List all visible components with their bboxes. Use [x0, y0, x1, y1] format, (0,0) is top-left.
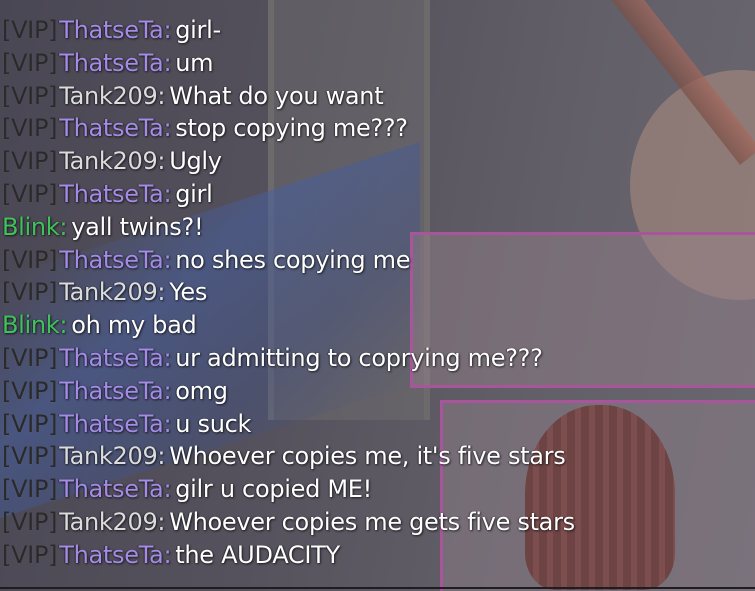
chat-message: [VIP]Tank209: Ugly: [2, 145, 747, 178]
chat-username[interactable]: ThatseTa:: [59, 410, 171, 438]
chat-message-text: gilr u copied ME!: [175, 475, 372, 504]
chat-message-text: girl-: [175, 16, 221, 44]
chat-message-text: omg: [175, 376, 228, 405]
chat-message-text: no shes copying me: [175, 245, 411, 274]
chat-username[interactable]: Tank209:: [59, 508, 165, 536]
vip-badge: [VIP]: [2, 81, 58, 110]
vip-badge: [VIP]: [2, 507, 58, 536]
chat-username[interactable]: ThatseTa:: [59, 180, 171, 208]
chat-message: [VIP]ThatseTa: gilr u copied ME!: [2, 473, 747, 506]
chat-message: Blink: oh my bad: [2, 309, 747, 342]
chat-log[interactable]: [VIP]ThatseTa: girl- [VIP]ThatseTa: um [VIP]…: [2, 14, 747, 572]
chat-message: [VIP]Tank209: Whoever copies me gets five…: [2, 506, 747, 539]
vip-badge: [VIP]: [2, 540, 58, 569]
chat-message: [VIP]Tank209: Whoever copies me, it's fiv…: [2, 440, 747, 473]
game-scene: [VIP]ThatseTa: girl- [VIP]ThatseTa: um [VIP]…: [0, 0, 755, 591]
chat-message-text: the AUDACITY: [175, 540, 340, 569]
chat-username[interactable]: ThatseTa:: [59, 49, 171, 77]
chat-message-text: Whoever copies me gets five stars: [169, 507, 575, 536]
vip-badge: [VIP]: [2, 376, 58, 405]
chat-message-text: yall twins?!: [71, 212, 204, 241]
chat-divider: [0, 587, 755, 589]
chat-message: [VIP]ThatseTa: girl: [2, 178, 747, 211]
chat-username[interactable]: ThatseTa:: [59, 246, 171, 274]
chat-message: [VIP]ThatseTa: no shes copying me: [2, 244, 747, 277]
chat-username[interactable]: ThatseTa:: [59, 16, 171, 44]
chat-message: [VIP]ThatseTa: stop copying me???: [2, 112, 747, 145]
vip-badge: [VIP]: [2, 343, 58, 372]
chat-message-text: u suck: [175, 409, 252, 438]
vip-badge: [VIP]: [2, 114, 58, 143]
chat-message: [VIP]ThatseTa: u suck: [2, 408, 747, 441]
chat-message-text: stop copying me???: [175, 114, 408, 143]
chat-username[interactable]: ThatseTa:: [59, 541, 171, 569]
vip-badge: [VIP]: [2, 409, 58, 438]
vip-badge: [VIP]: [2, 278, 58, 307]
chat-message-text: What do you want: [169, 81, 384, 110]
chat-message: [VIP]ThatseTa: the AUDACITY: [2, 539, 747, 572]
chat-message: [VIP]Tank209: What do you want: [2, 80, 747, 113]
chat-message-text: Ugly: [169, 147, 222, 176]
chat-username[interactable]: Blink:: [2, 311, 68, 339]
chat-message: [VIP]ThatseTa: ur admitting to coprying m…: [2, 342, 747, 375]
chat-message: [VIP]ThatseTa: omg: [2, 375, 747, 408]
chat-username[interactable]: Tank209:: [59, 442, 165, 470]
chat-message: [VIP]ThatseTa: um: [2, 47, 747, 80]
chat-message-text: Whoever copies me, it's five stars: [169, 442, 566, 471]
chat-username[interactable]: Tank209:: [59, 147, 165, 175]
vip-badge: [VIP]: [2, 48, 58, 77]
vip-badge: [VIP]: [2, 245, 58, 274]
vip-badge: [VIP]: [2, 147, 58, 176]
chat-message: Blink: yall twins?!: [2, 211, 747, 244]
chat-message: [VIP]Tank209: Yes: [2, 276, 747, 309]
chat-message-text: oh my bad: [71, 311, 197, 340]
vip-badge: [VIP]: [2, 179, 58, 208]
chat-message-text: girl: [175, 179, 213, 208]
vip-badge: [VIP]: [2, 475, 58, 504]
chat-username[interactable]: Tank209:: [59, 278, 165, 306]
chat-username[interactable]: ThatseTa:: [59, 475, 171, 503]
vip-badge: [VIP]: [2, 16, 58, 44]
chat-username[interactable]: ThatseTa:: [59, 344, 171, 372]
chat-username[interactable]: Blink:: [2, 213, 68, 241]
vip-badge: [VIP]: [2, 442, 58, 471]
chat-username[interactable]: Tank209:: [59, 82, 165, 110]
chat-message-text: um: [175, 48, 214, 77]
chat-message-text: Yes: [169, 278, 208, 307]
chat-message-text: ur admitting to coprying me???: [175, 343, 543, 372]
chat-username[interactable]: ThatseTa:: [59, 377, 171, 405]
chat-username[interactable]: ThatseTa:: [59, 114, 171, 142]
chat-message: [VIP]ThatseTa: girl-: [2, 14, 747, 47]
